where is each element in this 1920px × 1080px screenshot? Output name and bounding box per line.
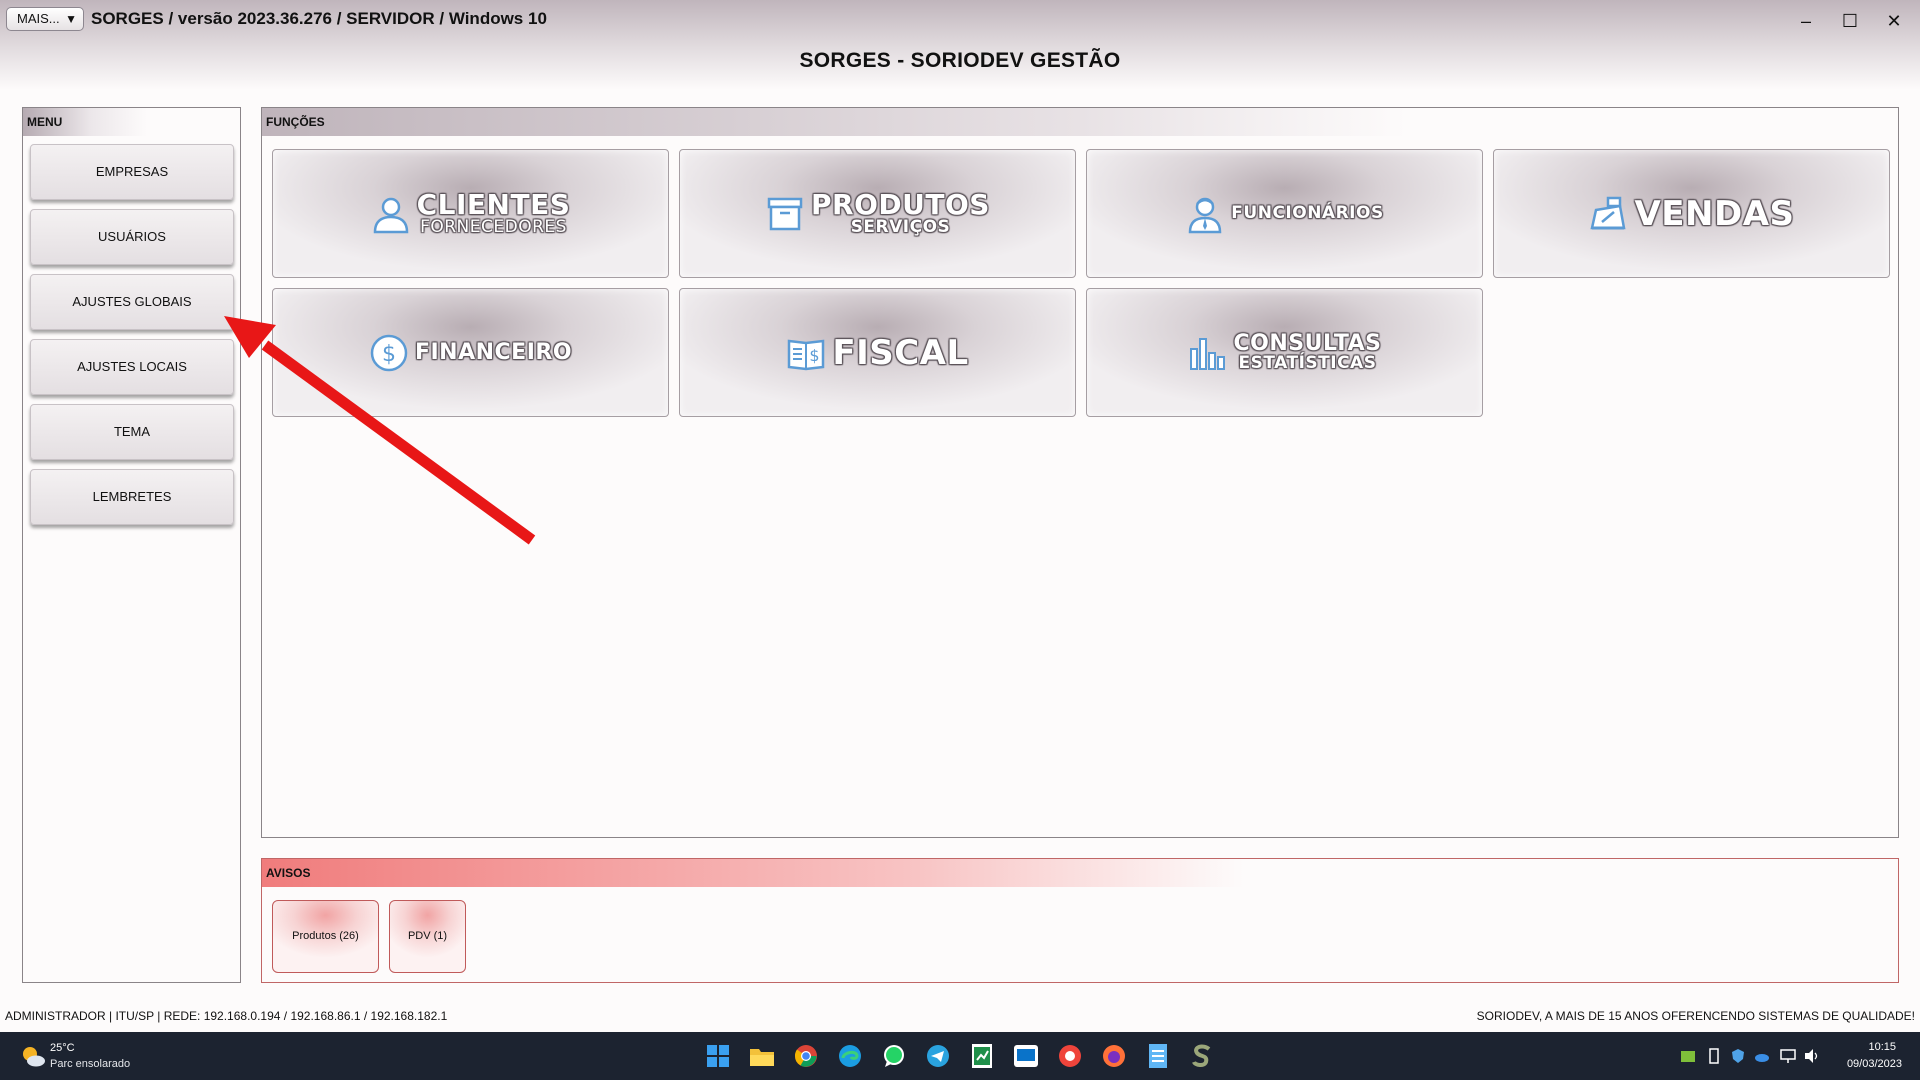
whatsapp-icon[interactable] [880, 1042, 908, 1070]
clock-time[interactable]: 10:15 [1868, 1041, 1896, 1053]
status-slogan: SORIODEV, A MAIS DE 15 ANOS OFERENCENDO … [1476, 1009, 1915, 1023]
file-explorer-icon[interactable] [748, 1042, 776, 1070]
weather-sun-cloud-icon[interactable] [20, 1044, 46, 1068]
weather-temperature: 25°C [50, 1042, 75, 1054]
red-arrow-annotation [224, 316, 536, 545]
weather-description: Parc ensolarado [50, 1058, 131, 1070]
network-icon[interactable] [1780, 1048, 1796, 1064]
cloud-sync-icon[interactable] [1754, 1048, 1770, 1064]
anydesk-icon[interactable] [1056, 1042, 1084, 1070]
tray-app-icon[interactable] [1680, 1048, 1696, 1064]
chrome-icon[interactable] [792, 1042, 820, 1070]
notepad-icon[interactable] [1144, 1042, 1172, 1070]
taskbar: 25°C Parc ensolarado 10:15 09/03/2023 [0, 1032, 1920, 1080]
clock-date[interactable]: 09/03/2023 [1847, 1058, 1902, 1070]
usb-drive-icon[interactable] [1706, 1048, 1722, 1064]
volume-icon[interactable] [1804, 1048, 1820, 1064]
spreadsheet-icon[interactable] [968, 1042, 996, 1070]
telegram-icon[interactable] [924, 1042, 952, 1070]
sorges-app-icon[interactable] [1188, 1042, 1216, 1070]
start-icon[interactable] [704, 1042, 732, 1070]
status-info: ADMINISTRADOR | ITU/SP | REDE: 192.168.0… [5, 1009, 448, 1023]
security-shield-icon[interactable] [1730, 1048, 1746, 1064]
remote-app-icon[interactable] [1012, 1042, 1040, 1070]
edge-icon[interactable] [836, 1042, 864, 1070]
firefox-icon[interactable] [1100, 1042, 1128, 1070]
